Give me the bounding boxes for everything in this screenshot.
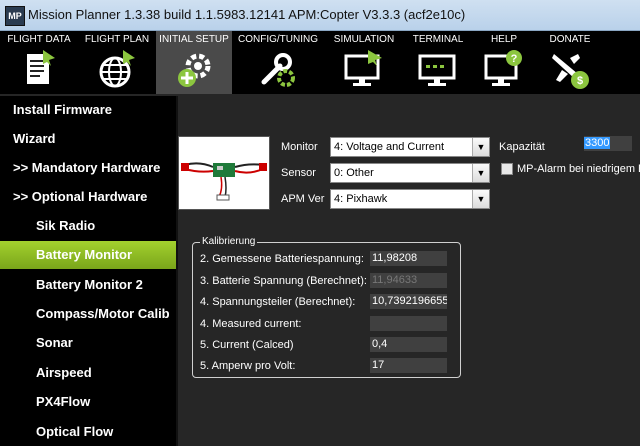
- svg-text:?: ?: [511, 53, 518, 65]
- config-tuning-icon: [261, 53, 295, 87]
- sensor-label: Sensor: [281, 167, 316, 179]
- simulation-icon: [344, 50, 382, 86]
- capacity-input[interactable]: 3300: [584, 136, 632, 151]
- calced-current-label: 5. Current (Calced): [200, 339, 294, 351]
- menu-flight-data-label: FLIGHT DATA: [7, 34, 71, 45]
- measured-voltage-input[interactable]: 11,98208: [370, 251, 447, 266]
- voltage-divider-label: 4. Spannungsteiler (Berechnet):: [200, 296, 356, 308]
- apm-ver-select-value: 4: Pixhawk: [334, 193, 388, 205]
- initial-setup-icon: [178, 53, 211, 87]
- sidebar-item-battery-monitor[interactable]: Battery Monitor: [0, 241, 176, 269]
- sensor-select-value: 0: Other: [334, 167, 374, 179]
- sidebar-item-optional-hardware[interactable]: >> Optional Hardware: [0, 183, 176, 211]
- menu-initial-setup[interactable]: INITIAL SETUP: [156, 31, 232, 94]
- measured-current-label: 4. Measured current:: [200, 318, 302, 330]
- menu-initial-setup-label: INITIAL SETUP: [159, 34, 229, 45]
- calibration-title: Kalibrierung: [200, 236, 258, 247]
- menu-help-label: HELP: [490, 34, 518, 45]
- monitor-select[interactable]: 4: Voltage and Current ▼: [330, 137, 490, 157]
- menu-help[interactable]: HELP ?: [472, 31, 536, 94]
- window-title: Mission Planner 1.3.38 build 1.1.5983.12…: [28, 7, 466, 22]
- measured-voltage-label: 2. Gemessene Batteriespannung:: [200, 253, 364, 265]
- sidebar: Install Firmware Wizard >> Mandatory Har…: [0, 96, 176, 446]
- donate-icon: $: [552, 54, 589, 89]
- sidebar-item-wizard[interactable]: Wizard: [0, 125, 176, 153]
- chevron-down-icon[interactable]: ▼: [472, 138, 489, 156]
- main-menu: FLIGHT DATA FLIGHT PLAN INITIAL SETUP CO…: [0, 31, 640, 94]
- battery-module-image: [178, 136, 270, 210]
- monitor-label: Monitor: [281, 141, 318, 153]
- app-icon: MP: [5, 6, 25, 26]
- calculated-voltage-field: 11,94633: [370, 273, 447, 288]
- svg-text:$: $: [577, 75, 583, 87]
- sidebar-item-sik-radio[interactable]: Sik Radio: [0, 212, 176, 240]
- chevron-down-icon[interactable]: ▼: [472, 190, 489, 208]
- sidebar-item-compass-motor-calib[interactable]: Compass/Motor Calib: [0, 300, 176, 328]
- menu-simulation[interactable]: SIMULATION: [324, 31, 404, 94]
- chevron-down-icon[interactable]: ▼: [472, 164, 489, 182]
- apm-ver-label: APM Ver: [281, 193, 325, 205]
- sidebar-item-install-firmware[interactable]: Install Firmware: [0, 96, 176, 124]
- sidebar-item-sonar[interactable]: Sonar: [0, 329, 176, 357]
- low-battery-alarm-label: MP-Alarm bei niedrigem Ba: [517, 163, 640, 175]
- title-bar: MP Mission Planner 1.3.38 build 1.1.5983…: [0, 0, 640, 31]
- measured-current-input[interactable]: [370, 316, 447, 331]
- sidebar-item-px4flow[interactable]: PX4Flow: [0, 388, 176, 416]
- menu-flight-plan[interactable]: FLIGHT PLAN: [78, 31, 156, 94]
- menu-flight-plan-label: FLIGHT PLAN: [84, 34, 150, 45]
- sensor-select[interactable]: 0: Other ▼: [330, 163, 490, 183]
- calced-current-field: 0,4: [370, 337, 447, 352]
- menu-donate[interactable]: DONATE $: [536, 31, 604, 94]
- capacity-value: 3300: [584, 137, 611, 149]
- menu-terminal-label: TERMINAL: [412, 34, 464, 45]
- menu-terminal[interactable]: TERMINAL: [404, 31, 472, 94]
- help-icon: ?: [484, 50, 522, 86]
- flight-data-icon: [27, 50, 55, 84]
- calculated-voltage-label: 3. Batterie Spannung (Berechnet):: [200, 275, 367, 287]
- amps-per-volt-input[interactable]: 17: [370, 358, 447, 373]
- menu-donate-label: DONATE: [549, 34, 591, 45]
- sidebar-item-battery-monitor-2[interactable]: Battery Monitor 2: [0, 271, 176, 299]
- menu-simulation-label: SIMULATION: [333, 34, 395, 45]
- apm-ver-select[interactable]: 4: Pixhawk ▼: [330, 189, 490, 209]
- flight-plan-icon: [99, 50, 135, 88]
- low-battery-alarm-checkbox[interactable]: [501, 163, 513, 175]
- sidebar-item-mandatory-hardware[interactable]: >> Mandatory Hardware: [0, 154, 176, 182]
- voltage-divider-input[interactable]: 10,7392196655: [370, 294, 447, 309]
- monitor-select-value: 4: Voltage and Current: [334, 141, 445, 153]
- battery-monitor-panel: Monitor 4: Voltage and Current ▼ Sensor …: [178, 96, 640, 446]
- menu-config-tuning-label: CONFIG/TUNING: [238, 34, 318, 45]
- menu-config-tuning[interactable]: CONFIG/TUNING: [232, 31, 324, 94]
- menu-flight-data[interactable]: FLIGHT DATA: [0, 31, 78, 94]
- terminal-icon: [418, 54, 456, 86]
- amps-per-volt-label: 5. Amperw pro Volt:: [200, 360, 296, 372]
- sidebar-item-airspeed[interactable]: Airspeed: [0, 359, 176, 387]
- capacity-label: Kapazität: [499, 141, 545, 153]
- sidebar-item-optical-flow[interactable]: Optical Flow: [0, 418, 176, 446]
